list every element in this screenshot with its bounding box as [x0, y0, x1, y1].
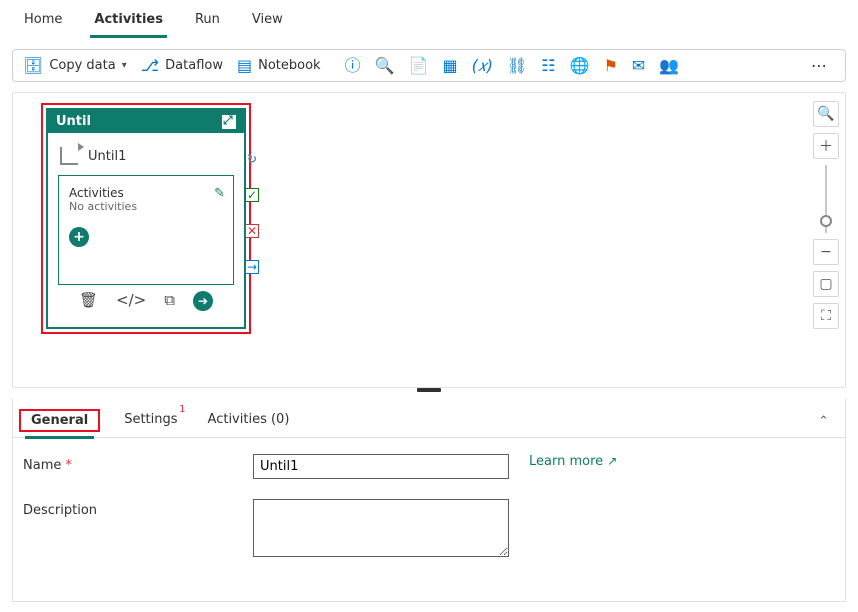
panel-tab-bar: General Settings 1 Activities (0) ⌃: [13, 398, 845, 438]
expand-icon[interactable]: [222, 115, 236, 129]
name-input[interactable]: [253, 454, 509, 479]
collapse-panel-button[interactable]: ⌃: [818, 414, 829, 429]
settings-badge: 1: [179, 404, 185, 415]
variable-icon[interactable]: (𝑥): [472, 58, 493, 74]
selection-highlight: Until Until1 Activities No activities ✎ …: [41, 103, 251, 334]
skip-anchor-icon[interactable]: →: [245, 260, 259, 274]
no-activities-text: No activities: [69, 200, 223, 213]
notebook-button[interactable]: ▤ Notebook: [237, 58, 321, 74]
search-icon[interactable]: 🔍: [375, 58, 395, 74]
name-label: Name *: [23, 454, 233, 473]
canvas-controls: 🔍 ＋ − ▢ ⛶: [813, 101, 839, 329]
pipeline-icon[interactable]: ⛓: [507, 58, 527, 74]
flow-icon: ⎇: [141, 58, 159, 74]
activities-label: Activities: [69, 186, 223, 200]
fit-screen-button[interactable]: ▢: [813, 271, 839, 297]
copy-icon[interactable]: ⧉: [164, 291, 175, 311]
completion-anchor-icon[interactable]: ↻: [245, 152, 259, 166]
script-icon[interactable]: 📄: [409, 58, 429, 74]
until-activity-node[interactable]: Until Until1 Activities No activities ✎ …: [46, 108, 246, 329]
edit-icon[interactable]: ✎: [214, 186, 225, 201]
tab-activities-count[interactable]: Activities (0): [202, 406, 296, 437]
run-icon[interactable]: ➔: [193, 291, 213, 311]
learn-more-link[interactable]: Learn more ↗: [529, 454, 617, 469]
database-icon: 🗄: [23, 58, 43, 74]
tab-general-highlight: General: [19, 409, 100, 432]
description-input[interactable]: [253, 499, 509, 557]
node-name: Until1: [88, 149, 126, 164]
until-loop-icon: [60, 147, 78, 165]
teams-icon[interactable]: 👥: [659, 58, 679, 74]
tab-home[interactable]: Home: [20, 8, 66, 38]
description-label: Description: [23, 499, 233, 518]
node-header[interactable]: Until: [48, 110, 244, 133]
success-anchor-icon[interactable]: ✓: [245, 188, 259, 202]
activities-container[interactable]: Activities No activities ✎ +: [58, 175, 234, 285]
connector-anchors: ↻ ✓ ✕ →: [245, 152, 259, 274]
notebook-label: Notebook: [258, 58, 320, 73]
flag-icon[interactable]: ⚑: [604, 58, 618, 74]
code-icon[interactable]: </>: [116, 291, 146, 311]
copy-data-button[interactable]: 🗄 Copy data ▾: [23, 58, 127, 74]
general-form: Name * Learn more ↗ Description: [13, 438, 845, 601]
info-icon[interactable]: ⓘ: [345, 58, 361, 74]
activities-toolbar: 🗄 Copy data ▾ ⎇ Dataflow ▤ Notebook ⓘ 🔍 …: [12, 49, 846, 82]
dataflow-button[interactable]: ⎇ Dataflow: [141, 58, 223, 74]
zoom-out-button[interactable]: −: [813, 239, 839, 265]
tab-settings[interactable]: Settings 1: [118, 406, 183, 437]
notebook-icon: ▤: [237, 58, 252, 74]
outlook-icon[interactable]: ✉: [632, 58, 645, 74]
table-icon[interactable]: ▦: [442, 58, 457, 74]
external-link-icon: ↗: [607, 454, 617, 468]
properties-panel: General Settings 1 Activities (0) ⌃ Name…: [12, 398, 846, 602]
top-tab-bar: Home Activities Run View: [0, 0, 858, 39]
tab-activities[interactable]: Activities: [90, 8, 167, 38]
tab-view[interactable]: View: [248, 8, 287, 38]
failure-anchor-icon[interactable]: ✕: [245, 224, 259, 238]
node-footer: 🗑 </> ⧉ ➔: [58, 285, 234, 317]
dataflow-label: Dataflow: [165, 58, 223, 73]
tab-run[interactable]: Run: [191, 8, 224, 38]
overflow-button[interactable]: ⋯: [805, 56, 835, 75]
list-icon[interactable]: ☷: [541, 58, 555, 74]
pipeline-canvas[interactable]: Until Until1 Activities No activities ✎ …: [12, 92, 846, 388]
search-canvas-button[interactable]: 🔍: [813, 101, 839, 127]
node-body: Until1 Activities No activities ✎ + 🗑 </…: [48, 133, 244, 327]
zoom-in-button[interactable]: ＋: [813, 133, 839, 159]
chevron-down-icon: ▾: [122, 60, 127, 71]
node-type-label: Until: [56, 114, 91, 129]
panel-resize-handle[interactable]: [12, 388, 846, 398]
delete-icon[interactable]: 🗑: [79, 291, 98, 311]
copy-data-label: Copy data: [49, 58, 115, 73]
zoom-slider[interactable]: [825, 165, 827, 233]
tab-general[interactable]: General: [25, 407, 94, 438]
globe-icon[interactable]: 🌐: [570, 58, 590, 74]
add-activity-button[interactable]: +: [69, 227, 89, 247]
auto-layout-button[interactable]: ⛶: [813, 303, 839, 329]
